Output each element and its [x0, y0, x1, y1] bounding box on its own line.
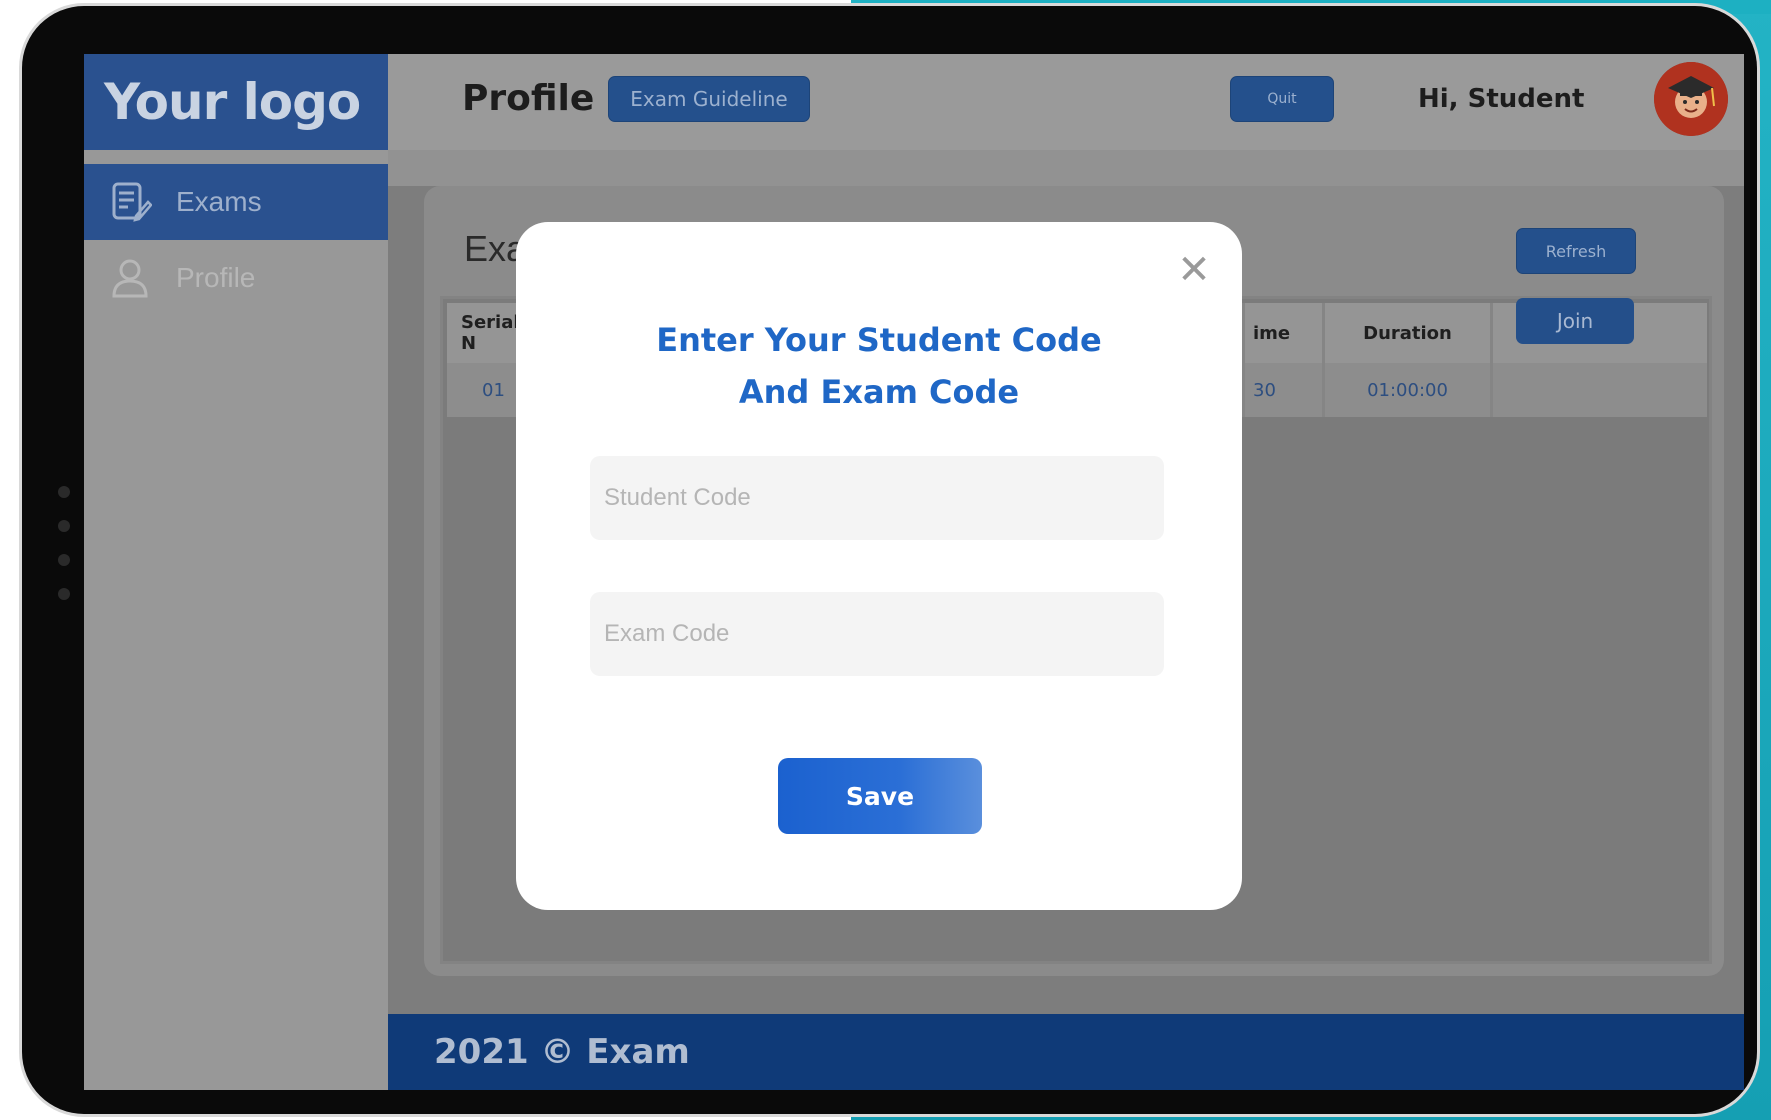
sidebar-item-label: Profile	[176, 262, 256, 293]
page-title: Profile	[462, 78, 595, 119]
student-code-modal: ✕ Enter Your Student Code And Exam Code …	[516, 222, 1242, 910]
save-button[interactable]: Save	[778, 758, 982, 834]
modal-title-line-1: Enter Your Student Code	[656, 321, 1102, 359]
tablet-sensors	[58, 486, 72, 622]
exam-document-icon	[112, 182, 152, 222]
exam-code-input[interactable]	[590, 592, 1164, 676]
modal-title-line-2: And Exam Code	[738, 373, 1020, 411]
user-greeting: Hi, Student	[1418, 84, 1585, 114]
header-divider	[388, 150, 1744, 186]
column-header-time: ime	[1245, 303, 1325, 363]
sidebar-item-label: Exams	[176, 186, 262, 217]
student-avatar-icon	[1654, 62, 1728, 136]
sidebar: Your logo Exams Profile	[84, 54, 388, 1090]
exam-guideline-button[interactable]: Exam Guideline	[608, 76, 810, 122]
modal-title: Enter Your Student Code And Exam Code	[516, 314, 1242, 418]
footer: 2021 © Exam	[388, 1014, 1744, 1090]
logo-text: Your logo	[104, 73, 361, 131]
sidebar-item-profile[interactable]: Profile	[84, 240, 388, 316]
footer-copyright: 2021 © Exam	[434, 1032, 690, 1072]
student-code-input[interactable]	[590, 456, 1164, 540]
top-header: Profile Exam Guideline Quit Hi, Student	[388, 54, 1744, 150]
sidebar-item-exams[interactable]: Exams	[84, 164, 388, 240]
cell-action	[1493, 363, 1689, 417]
join-button[interactable]: Join	[1516, 298, 1634, 344]
quit-button[interactable]: Quit	[1230, 76, 1334, 122]
avatar[interactable]	[1654, 62, 1728, 136]
close-icon[interactable]: ✕	[1172, 248, 1216, 292]
cell-duration: 01:00:00	[1325, 363, 1493, 417]
column-header-duration: Duration	[1325, 303, 1493, 363]
user-icon	[112, 259, 148, 298]
cell-time: 30	[1245, 363, 1325, 417]
refresh-button[interactable]: Refresh	[1516, 228, 1636, 274]
logo[interactable]: Your logo	[84, 54, 388, 150]
